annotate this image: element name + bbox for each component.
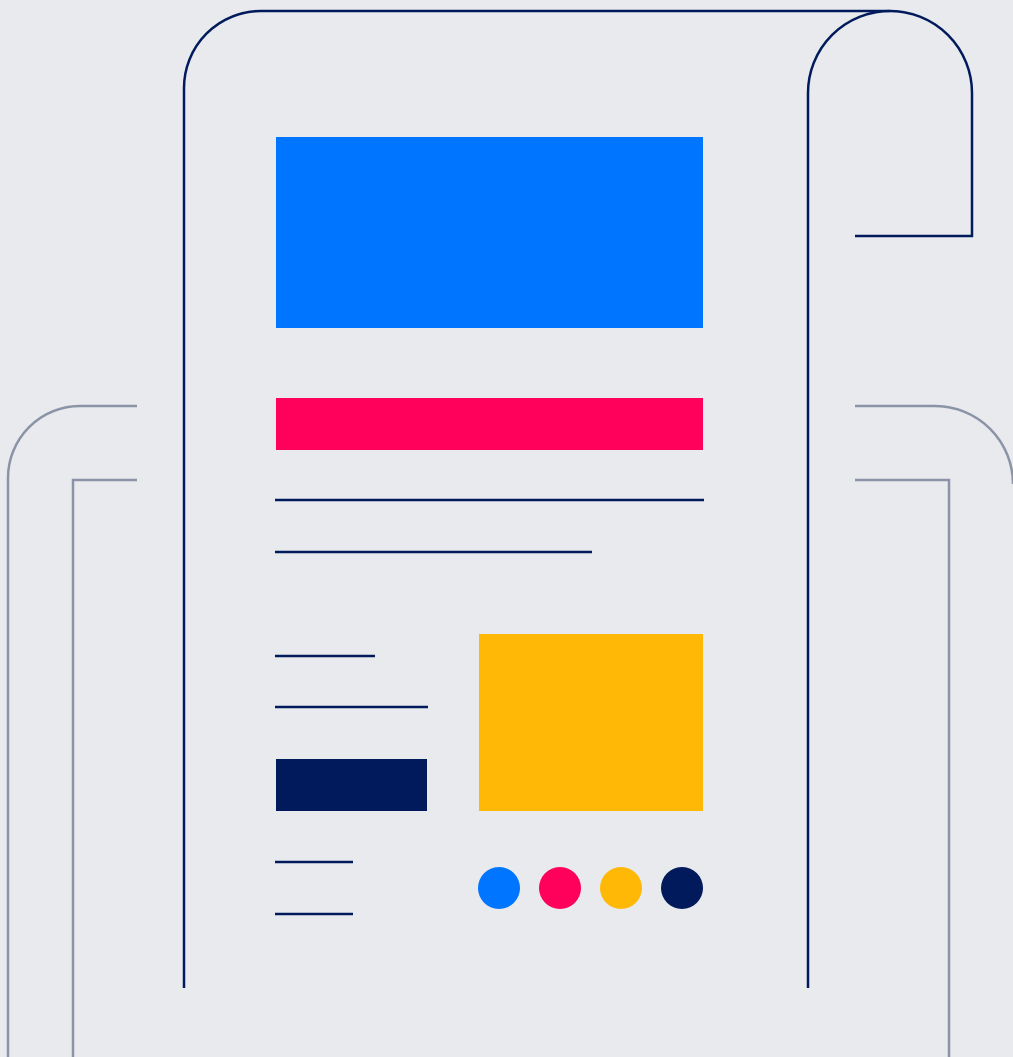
folder-right-outer-edge — [855, 404, 1013, 485]
hero-image-block — [276, 137, 703, 328]
color-swatch-blue — [478, 867, 520, 909]
color-swatch-yellow — [600, 867, 642, 909]
image-block — [479, 634, 703, 811]
color-swatches — [478, 867, 703, 909]
headline-bar — [276, 398, 703, 450]
color-swatch-pink — [539, 867, 581, 909]
button-block — [276, 759, 427, 811]
illustration-canvas — [0, 0, 1013, 1057]
scroll-right-edge — [806, 9, 974, 988]
color-swatch-navy — [661, 867, 703, 909]
folder-right-inner-edge — [855, 478, 951, 1057]
document-content — [275, 137, 704, 916]
folder-left-inner-edge — [71, 478, 137, 1057]
document-illustration — [6, 9, 1013, 1057]
